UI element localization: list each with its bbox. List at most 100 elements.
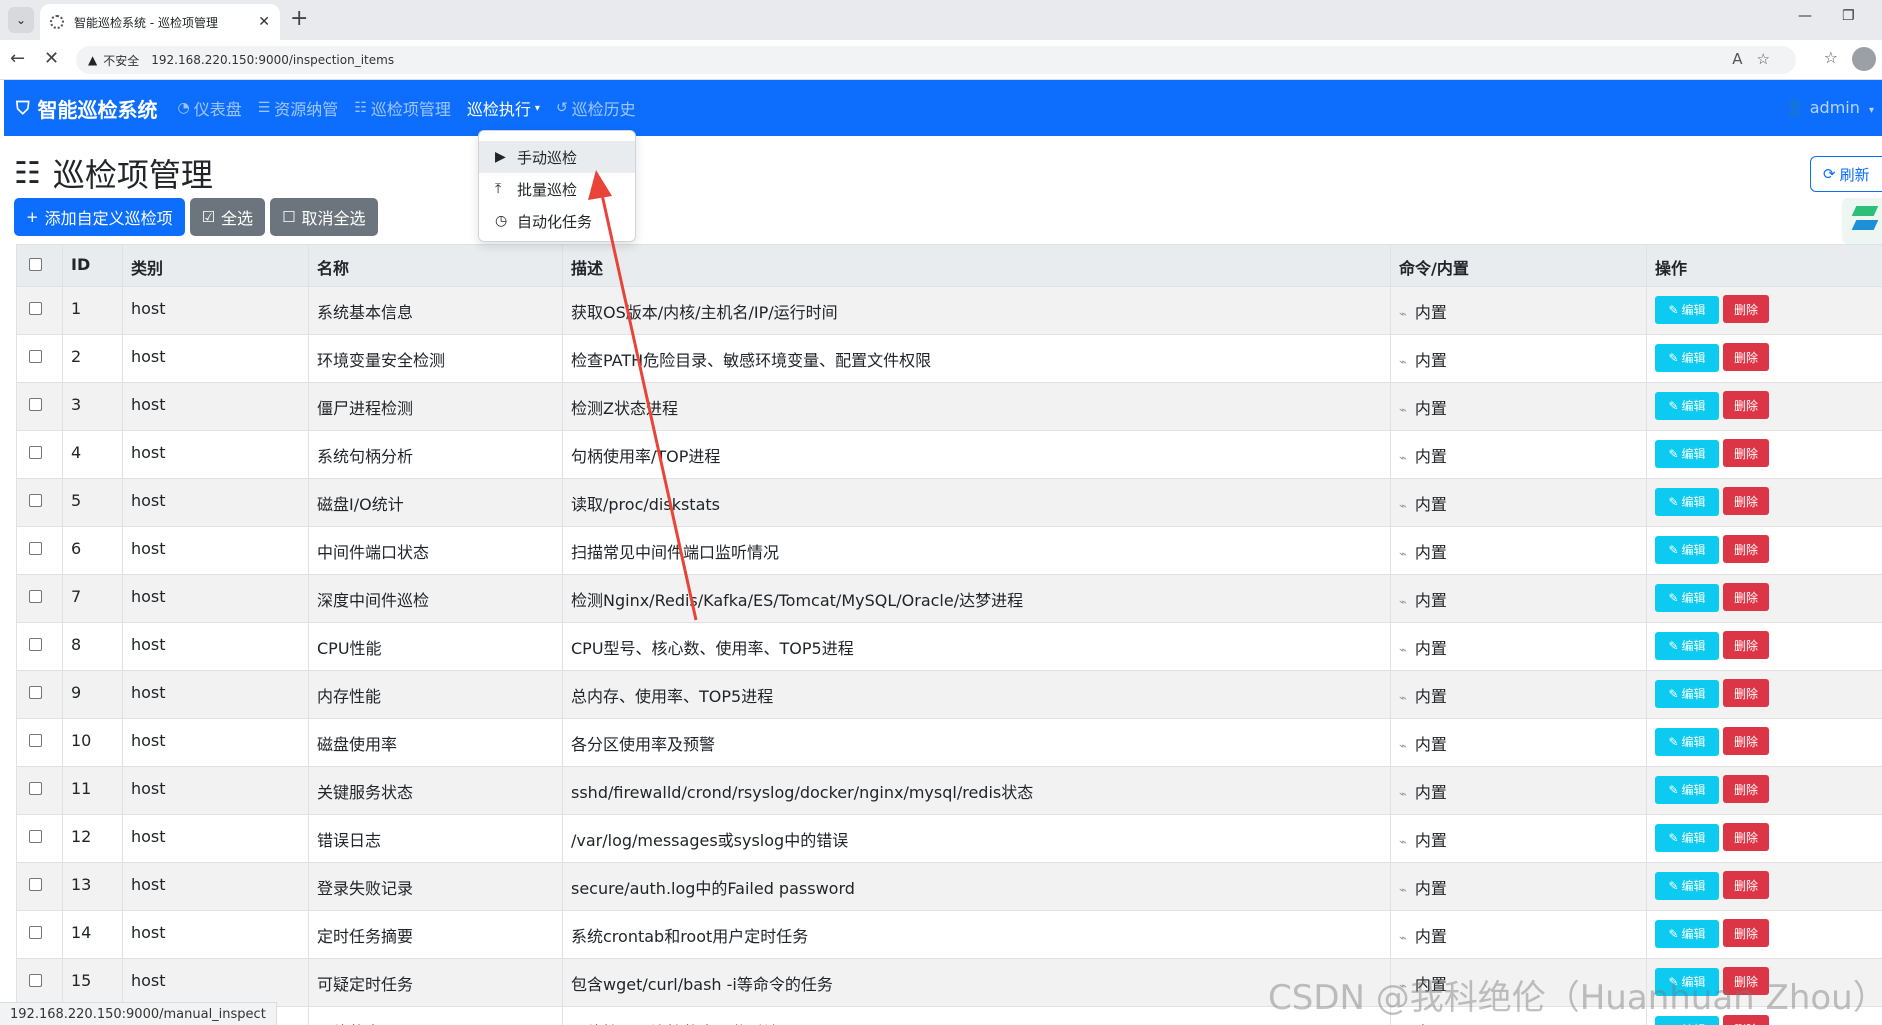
edit-button[interactable]: ✎编辑: [1655, 583, 1719, 612]
checkbox[interactable]: [29, 302, 42, 315]
nav-history[interactable]: ↺ 巡检历史: [556, 96, 636, 120]
checkbox[interactable]: [29, 926, 42, 939]
button-label: 编辑: [1681, 879, 1706, 893]
read-aloud-favorite-icons[interactable]: A☆: [1732, 50, 1784, 68]
delete-button[interactable]: 删除: [1723, 583, 1769, 611]
deselect-all-button[interactable]: ☐ 取消全选: [270, 198, 378, 236]
checkbox[interactable]: [29, 446, 42, 459]
row-checkbox-cell[interactable]: [16, 382, 63, 431]
checkbox[interactable]: [29, 350, 42, 363]
delete-button[interactable]: 删除: [1723, 391, 1769, 419]
edit-button[interactable]: ✎编辑: [1655, 391, 1719, 420]
edit-button[interactable]: ✎编辑: [1655, 919, 1719, 948]
edit-button[interactable]: ✎编辑: [1655, 631, 1719, 660]
stop-loading-icon[interactable]: ✕: [44, 48, 59, 69]
nav-resources[interactable]: ☰ 资源纳管: [258, 96, 339, 120]
header-select-all-checkbox[interactable]: [16, 244, 63, 287]
back-icon[interactable]: ←: [10, 48, 25, 69]
checkbox[interactable]: [29, 878, 42, 891]
edit-button[interactable]: ✎编辑: [1655, 871, 1719, 900]
favorites-icon[interactable]: ☆: [1824, 48, 1838, 67]
delete-button[interactable]: 删除: [1723, 631, 1769, 659]
edit-button[interactable]: ✎编辑: [1655, 535, 1719, 564]
cell-name: 僵尸进程检测: [308, 382, 563, 431]
brand[interactable]: ⛉ 智能巡检系统: [16, 94, 158, 123]
table-row: 12 host 错误日志/var/log/messages或syslog中的错误 ⌁ 内…: [16, 814, 1882, 863]
row-checkbox-cell[interactable]: [16, 286, 63, 335]
avatar[interactable]: [1852, 47, 1876, 71]
delete-button[interactable]: 删除: [1723, 295, 1769, 323]
tab-search-button[interactable]: ⌄: [8, 7, 34, 33]
edit-button[interactable]: ✎编辑: [1655, 679, 1719, 708]
row-checkbox-cell[interactable]: [16, 814, 63, 863]
edit-button[interactable]: ✎编辑: [1655, 823, 1719, 852]
checkbox[interactable]: [29, 638, 42, 651]
user-menu[interactable]: 👤 admin ▾: [1785, 98, 1874, 117]
row-checkbox-cell[interactable]: [16, 622, 63, 671]
delete-button[interactable]: 删除: [1723, 535, 1769, 563]
checkbox[interactable]: [29, 734, 42, 747]
menu-item-manual-inspect[interactable]: ▶ 手动巡检: [479, 141, 635, 173]
checkbox[interactable]: [29, 782, 42, 795]
delete-button[interactable]: 删除: [1723, 487, 1769, 515]
delete-button[interactable]: 删除: [1723, 727, 1769, 755]
plug-icon: ⌁: [1399, 931, 1407, 946]
delete-button[interactable]: 删除: [1723, 823, 1769, 851]
delete-button[interactable]: 删除: [1723, 343, 1769, 371]
nav-dashboard[interactable]: ◔ 仪表盘: [178, 96, 242, 120]
edit-button[interactable]: ✎编辑: [1655, 439, 1719, 468]
button-label: 编辑: [1681, 783, 1706, 797]
new-tab-icon[interactable]: +: [290, 6, 308, 31]
edit-button[interactable]: ✎编辑: [1655, 727, 1719, 756]
browser-tab[interactable]: 智能巡检系统 - 巡检项管理 ✕: [40, 4, 280, 40]
checkbox[interactable]: [29, 542, 42, 555]
edit-button[interactable]: ✎编辑: [1655, 343, 1719, 372]
warning-icon: ▲: [88, 53, 98, 67]
delete-button[interactable]: 删除: [1723, 775, 1769, 803]
delete-button[interactable]: 删除: [1723, 919, 1769, 947]
minimize-icon[interactable]: —: [1798, 8, 1812, 24]
checkbox[interactable]: [29, 494, 42, 507]
edit-button[interactable]: ✎编辑: [1655, 775, 1719, 804]
row-checkbox-cell[interactable]: [16, 430, 63, 479]
delete-button[interactable]: 删除: [1723, 871, 1769, 899]
select-all-button[interactable]: ☑ 全选: [189, 198, 266, 236]
row-checkbox-cell[interactable]: [16, 766, 63, 815]
checkbox[interactable]: [29, 590, 42, 603]
delete-button[interactable]: 删除: [1723, 679, 1769, 707]
menu-item-auto-task[interactable]: ◷ 自动化任务: [479, 205, 635, 237]
loading-spinner-icon: [50, 15, 64, 29]
close-tab-icon[interactable]: ✕: [258, 14, 270, 30]
edit-button[interactable]: ✎编辑: [1655, 487, 1719, 516]
checkbox[interactable]: [29, 398, 42, 411]
checkbox[interactable]: [29, 830, 42, 843]
nav-inspection-run[interactable]: 巡检执行 ▾: [467, 96, 540, 120]
checkbox[interactable]: [29, 974, 42, 987]
row-checkbox-cell[interactable]: [16, 862, 63, 911]
url-field[interactable]: ▲ 不安全 192.168.220.150:9000/inspection_it…: [76, 46, 1796, 74]
row-checkbox-cell[interactable]: [16, 526, 63, 575]
cell-actions: ✎编辑删除: [1646, 766, 1882, 815]
logo-stripe: [1851, 206, 1879, 216]
checkbox[interactable]: [29, 686, 42, 699]
checkbox[interactable]: [29, 258, 42, 271]
row-checkbox-cell[interactable]: [16, 910, 63, 959]
delete-button[interactable]: 删除: [1723, 439, 1769, 467]
row-checkbox-cell[interactable]: [16, 478, 63, 527]
cell-actions: ✎编辑删除: [1646, 814, 1882, 863]
side-widget-logo[interactable]: [1842, 198, 1882, 244]
row-checkbox-cell[interactable]: [16, 334, 63, 383]
menu-item-batch-inspect[interactable]: ⤒ 批量巡检: [479, 173, 635, 205]
edit-button[interactable]: ✎编辑: [1655, 295, 1719, 324]
row-checkbox-cell[interactable]: [16, 958, 63, 1007]
refresh-button[interactable]: ⟳ 刷新: [1810, 156, 1882, 192]
restore-icon[interactable]: ❐: [1842, 8, 1855, 24]
cell-name: 中间件端口状态: [308, 526, 563, 575]
row-checkbox-cell[interactable]: [16, 574, 63, 623]
row-checkbox-cell[interactable]: [16, 718, 63, 767]
table-row: 8 host CPU性能 CPU型号、核心数、使用率、TOP5进程 ⌁ 内置 ✎ 编辑 删除: [16, 622, 1882, 671]
add-custom-item-button[interactable]: + 添加自定义巡检项: [14, 198, 185, 236]
nav-inspection-items[interactable]: ☷ 巡检项管理: [354, 96, 451, 120]
watermark: CSDN @我科绝伦（Huanhuan Zhou）: [1268, 978, 1882, 1018]
row-checkbox-cell[interactable]: [16, 670, 63, 719]
